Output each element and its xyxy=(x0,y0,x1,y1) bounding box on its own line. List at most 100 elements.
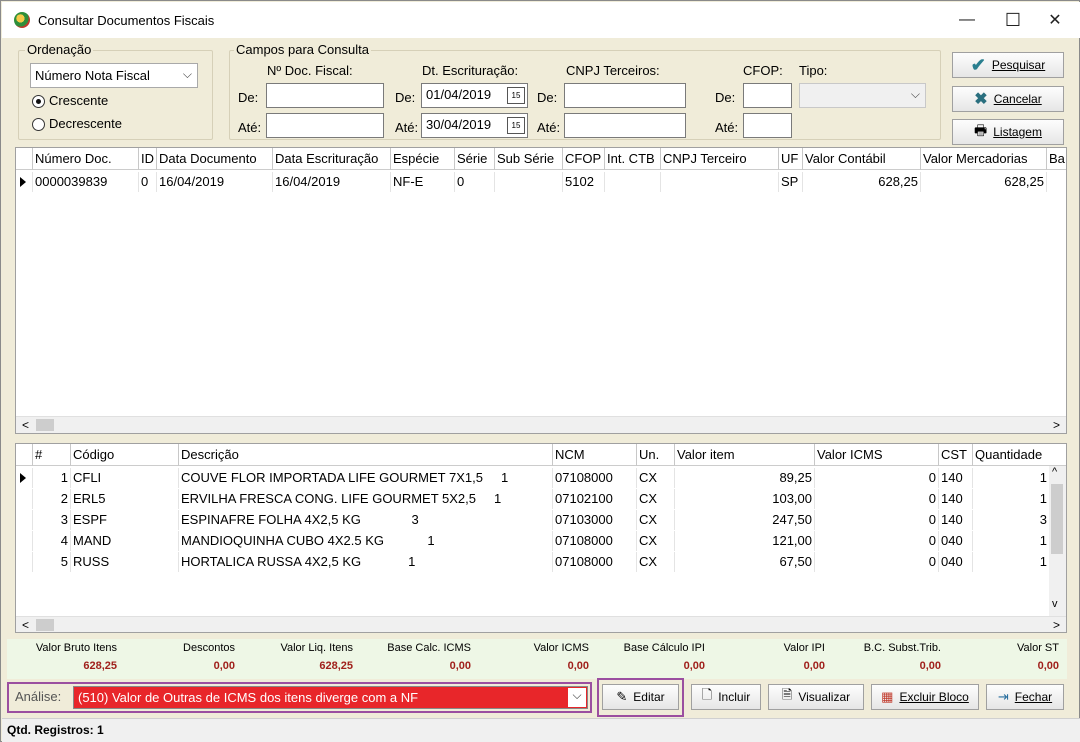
cnpj-ate-input[interactable] xyxy=(564,113,686,138)
table-row[interactable]: 5 RUSS HORTALICA RUSSA 4X2,5 KG 1 07108000 C… xyxy=(16,552,1049,572)
col-data-escrituracao[interactable]: Data Escrituração xyxy=(272,148,390,170)
scroll-left-icon[interactable]: < xyxy=(22,418,29,432)
documents-hscrollbar[interactable]: < > xyxy=(16,416,1066,433)
calendar-icon[interactable]: 15 xyxy=(507,117,525,134)
dt-esc-de-input[interactable]: 01/04/2019 15 xyxy=(421,83,528,108)
cell-num: 1 xyxy=(32,468,70,488)
printer-icon: 🖶 xyxy=(974,122,988,138)
col-numero-doc[interactable]: Número Doc. xyxy=(32,148,138,170)
cancelar-button[interactable]: ✖ Cancelar xyxy=(952,86,1064,112)
cell-descricao: HORTALICA RUSSA 4X2,5 KG 1 xyxy=(178,552,552,572)
cell-uf: SP xyxy=(778,172,802,192)
listagem-button[interactable]: 🖶 Listagem xyxy=(952,119,1064,145)
scroll-thumb[interactable] xyxy=(36,619,54,631)
total-label: B.C. Subst.Trib. xyxy=(863,642,941,654)
cfop-de-input[interactable] xyxy=(743,83,792,108)
scroll-left-icon[interactable]: < xyxy=(22,618,29,632)
scroll-right-icon[interactable]: > xyxy=(1053,418,1060,432)
radio-crescente[interactable] xyxy=(32,95,45,108)
documents-grid[interactable]: Número Doc. ID Data Documento Data Escri… xyxy=(15,147,1067,434)
cell-descricao: COUVE FLOR IMPORTADA LIFE GOURMET 7X1,5 … xyxy=(178,468,552,488)
col-descricao[interactable]: Descrição xyxy=(178,444,552,466)
scroll-right-icon[interactable]: > xyxy=(1053,618,1060,632)
cnpj-label: CNPJ Terceiros: xyxy=(566,63,660,78)
table-row[interactable]: 3 ESPF ESPINAFRE FOLHA 4X2,5 KG 3 07103000 C… xyxy=(16,510,1049,530)
editar-button[interactable]: ✎ Editar xyxy=(602,684,679,710)
col-especie[interactable]: Espécie xyxy=(390,148,454,170)
cell-quantidade: 1 xyxy=(972,468,1049,488)
dt-esc-ate-value: 30/04/2019 xyxy=(426,117,492,132)
col-cnpj-terceiro[interactable]: CNPJ Terceiro xyxy=(660,148,778,170)
col-codigo[interactable]: Código xyxy=(70,444,178,466)
cnpj-de-input[interactable] xyxy=(564,83,686,108)
cell-cfop: 5102 xyxy=(562,172,604,192)
nro-doc-ate-input[interactable] xyxy=(266,113,384,138)
col-cfop[interactable]: CFOP xyxy=(562,148,604,170)
total-value: 0,00 xyxy=(683,660,705,672)
items-grid[interactable]: # Código Descrição NCM Un. Valor item Va… xyxy=(15,443,1067,633)
cell-num: 2 xyxy=(32,489,70,509)
nro-de-label: De: xyxy=(238,90,259,105)
maximize-button[interactable]: ☐ xyxy=(990,3,1036,37)
table-row[interactable]: 2 ERL5 ERVILHA FRESCA CONG. LIFE GOURMET 5… xyxy=(16,489,1049,509)
total-label: Valor Bruto Itens xyxy=(35,642,117,654)
items-vscrollbar[interactable]: ^ v xyxy=(1049,466,1066,616)
analise-select[interactable]: (510) Valor de Outras de ICMS dos itens … xyxy=(73,686,588,709)
cancelar-label: Cancelar xyxy=(993,92,1042,106)
col-int-ctb[interactable]: Int. CTB xyxy=(604,148,660,170)
radio-decrescente[interactable] xyxy=(32,118,45,131)
cell-un: CX xyxy=(636,489,674,509)
cell-valor-item: 121,00 xyxy=(674,531,814,551)
cell-valor-icms: 0 xyxy=(814,510,938,530)
col-sub-serie[interactable]: Sub Série xyxy=(494,148,562,170)
fechar-button[interactable]: ⇥ Fechar xyxy=(986,684,1064,710)
col-un[interactable]: Un. xyxy=(636,444,674,466)
col-valor-icms[interactable]: Valor ICMS xyxy=(814,444,938,466)
cell-num: 5 xyxy=(32,552,70,572)
total-value: 0,00 xyxy=(919,660,941,672)
cell-ncm: 07108000 xyxy=(552,531,636,551)
cell-quantidade: 1 xyxy=(972,552,1049,572)
table-row[interactable]: 0000039839 0 16/04/2019 16/04/2019 NF-E … xyxy=(16,172,1066,192)
col-data-documento[interactable]: Data Documento xyxy=(156,148,272,170)
minimize-button[interactable]: — xyxy=(944,3,990,37)
cell-un: CX xyxy=(636,510,674,530)
cell-num: 3 xyxy=(32,510,70,530)
calendar-icon[interactable]: 15 xyxy=(507,87,525,104)
col-id[interactable]: ID xyxy=(138,148,156,170)
col-serie[interactable]: Série xyxy=(454,148,494,170)
ordenacao-select[interactable]: Número Nota Fiscal ⌵ xyxy=(30,63,198,88)
tipo-select[interactable]: ⌵ xyxy=(799,83,926,108)
total-label: Valor ST xyxy=(1017,642,1059,654)
cell-quantidade: 1 xyxy=(972,531,1049,551)
excluir-bloco-button[interactable]: ▦ Excluir Bloco xyxy=(871,684,979,710)
cfop-ate-input[interactable] xyxy=(743,113,792,138)
analise-label: Análise: xyxy=(15,689,62,704)
window-title: Consultar Documentos Fiscais xyxy=(38,13,215,28)
total-label: Valor ICMS xyxy=(533,642,589,654)
col-cst[interactable]: CST xyxy=(938,444,972,466)
col-quantidade[interactable]: Quantidade xyxy=(972,444,1066,466)
incluir-button[interactable]: 🗋 Incluir xyxy=(691,684,761,710)
col-valor-item[interactable]: Valor item xyxy=(674,444,814,466)
scroll-thumb[interactable] xyxy=(36,419,54,431)
col-ba[interactable]: Ba xyxy=(1046,148,1066,170)
col-num[interactable]: # xyxy=(32,444,70,466)
visualizar-button[interactable]: 🗎 Visualizar xyxy=(768,684,864,710)
col-uf[interactable]: UF xyxy=(778,148,802,170)
close-button[interactable]: ✕ xyxy=(1032,3,1078,37)
col-valor-mercadorias[interactable]: Valor Mercadorias xyxy=(920,148,1046,170)
table-row[interactable]: 4 MAND MANDIOQUINHA CUBO 4X2.5 KG 1 0710800… xyxy=(16,531,1049,551)
total-value: 628,25 xyxy=(319,660,353,672)
scroll-up-icon[interactable]: ^ xyxy=(1052,466,1057,478)
pesquisar-button[interactable]: ✔ Pesquisar xyxy=(952,52,1064,78)
items-hscrollbar[interactable]: < > xyxy=(16,616,1066,632)
document-icon: 🗎 xyxy=(781,687,793,702)
nro-doc-de-input[interactable] xyxy=(266,83,384,108)
table-row[interactable]: 1 CFLI COUVE FLOR IMPORTADA LIFE GOURMET 7… xyxy=(16,468,1049,488)
col-valor-contabil[interactable]: Valor Contábil xyxy=(802,148,920,170)
scroll-down-icon[interactable]: v xyxy=(1052,598,1058,610)
col-ncm[interactable]: NCM xyxy=(552,444,636,466)
dt-esc-ate-input[interactable]: 30/04/2019 15 xyxy=(421,113,528,138)
scroll-thumb[interactable] xyxy=(1051,484,1063,554)
